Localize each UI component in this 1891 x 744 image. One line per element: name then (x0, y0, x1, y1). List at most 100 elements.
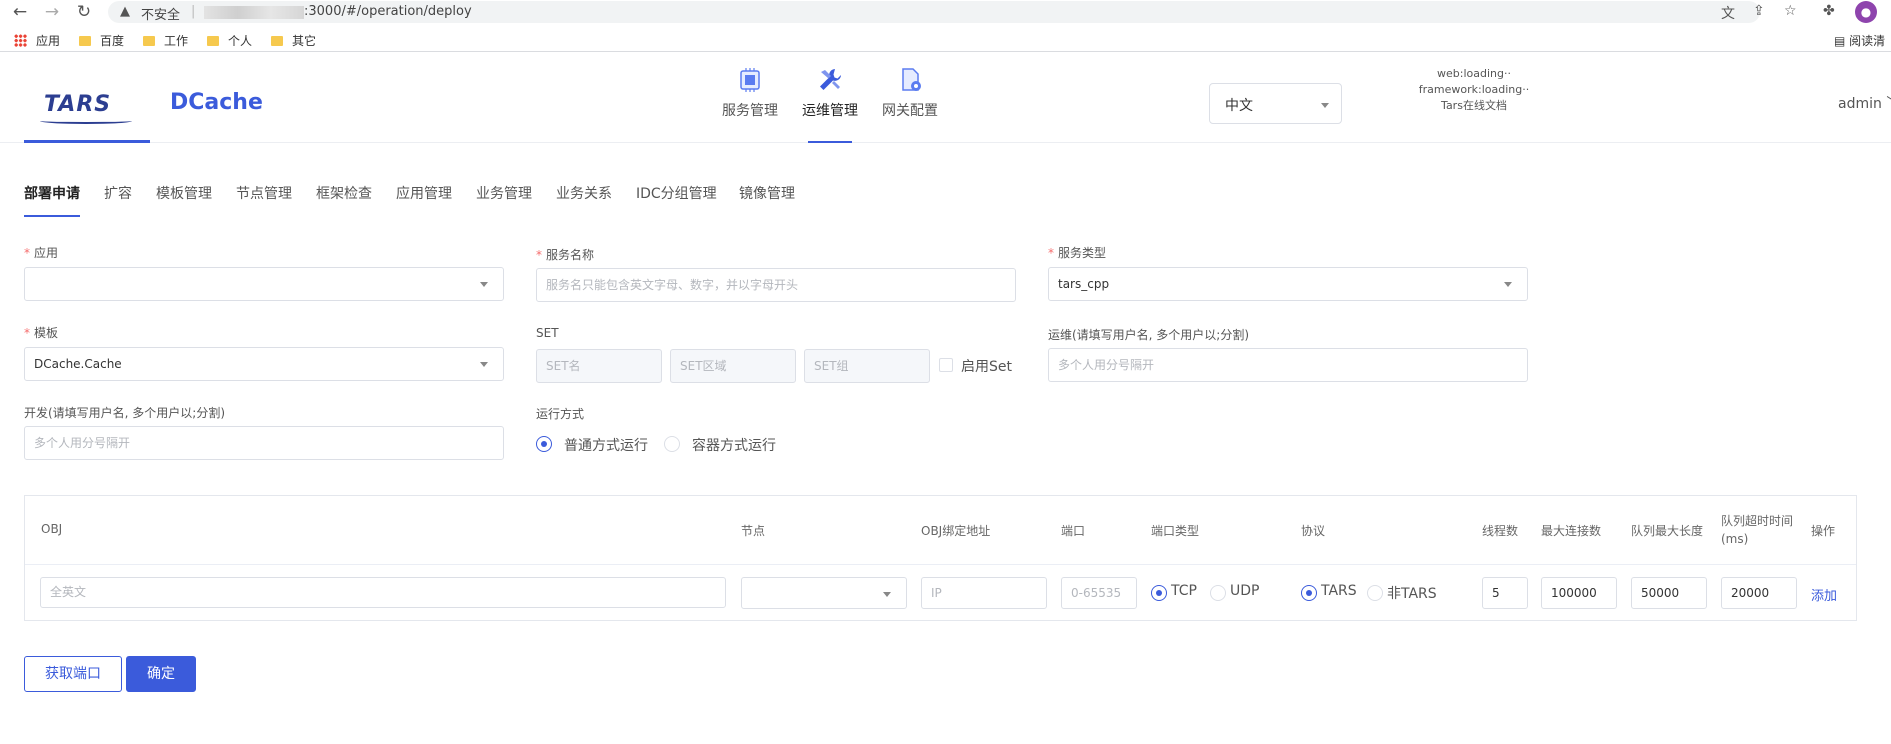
get-port-button[interactable]: 获取端口 (24, 656, 122, 692)
dev-label: 开发(请填写用户名, 多个用户以;分割) (24, 406, 226, 420)
run-mode-normal-radio[interactable] (536, 436, 552, 452)
tars-logo[interactable]: TARS (44, 92, 111, 117)
port-type-tcp-radio[interactable] (1151, 585, 1167, 601)
set-name-input[interactable]: SET名 (536, 349, 662, 383)
user-name: admin (1838, 96, 1882, 112)
set-area-input[interactable]: SET区域 (670, 349, 796, 383)
th-port-type: 端口类型 (1151, 524, 1200, 538)
browser-toolbar: ← → ↻ ▲ 不安全 | :3000/#/operation/deploy 文… (0, 0, 1891, 24)
chevron-down-icon (1321, 103, 1329, 108)
template-select[interactable]: DCache.Cache (24, 347, 504, 381)
chevron-down-icon (480, 362, 488, 367)
th-queue-length: 队列最大长度 (1631, 524, 1704, 538)
dev-users-input[interactable]: 多个人用分号隔开 (24, 426, 504, 460)
bookmark-other[interactable]: 其它 (271, 32, 316, 49)
tab-business-management[interactable]: 业务管理 (476, 183, 532, 217)
tab-business-relation[interactable]: 业务关系 (556, 183, 612, 217)
service-name-input[interactable]: 服务名只能包含英文字母、数字，并以字母开头 (536, 268, 1016, 302)
max-connections-input[interactable]: 100000 (1541, 577, 1617, 609)
user-menu[interactable]: admin ﹀ (1838, 93, 1891, 113)
nav-label: 运维管理 (802, 103, 858, 119)
run-mode-label: 运行方式 (536, 407, 585, 421)
tab-deploy-apply[interactable]: 部署申请 (24, 183, 80, 217)
language-select[interactable]: 中文 (1209, 83, 1342, 124)
run-mode-container-label: 容器方式运行 (692, 438, 776, 454)
address-bar[interactable]: ▲ 不安全 | :3000/#/operation/deploy (108, 1, 1760, 23)
app-header: TARS DCache 服务管理 运维管理 网关配置 中文 web:loadin… (0, 52, 1891, 143)
protocol-non-tars-label: 非TARS (1387, 586, 1437, 602)
tab-expand[interactable]: 扩容 (104, 183, 132, 217)
protocol-non-tars-radio[interactable] (1367, 585, 1383, 601)
run-mode-container-radio[interactable] (664, 436, 680, 452)
logo-active-underline (24, 140, 150, 143)
nav-service-management[interactable]: 服务管理 (705, 62, 795, 143)
nav-gateway-config[interactable]: 网关配置 (865, 62, 955, 143)
online-docs-link[interactable]: Tars在线文档 (1400, 98, 1548, 114)
bookmark-personal[interactable]: 个人 (207, 32, 252, 49)
share-icon[interactable]: ⇪ (1753, 3, 1765, 19)
service-type-select[interactable]: tars_cpp (1048, 267, 1528, 301)
service-name-label: * 服务名称 (536, 248, 595, 262)
template-label: * 模板 (24, 326, 59, 340)
framework-version: framework:loading·· (1418, 83, 1530, 96)
run-mode-normal-label: 普通方式运行 (564, 438, 648, 454)
th-protocol: 协议 (1301, 524, 1326, 538)
enable-set-checkbox[interactable] (939, 358, 953, 372)
forward-arrow-icon[interactable]: → (42, 2, 62, 22)
protocol-tars-radio[interactable] (1301, 585, 1317, 601)
extensions-icon[interactable]: ✤ (1823, 3, 1835, 19)
tab-template-management[interactable]: 模板管理 (156, 183, 212, 217)
tab-idc-group-management[interactable]: IDC分组管理 (636, 183, 717, 217)
warning-triangle-icon: ▲ (120, 4, 130, 19)
obj-name-input[interactable]: 全英文 (40, 577, 726, 608)
bookmark-baidu[interactable]: 百度 (79, 32, 124, 49)
back-arrow-icon[interactable]: ← (10, 2, 30, 22)
profile-avatar-icon[interactable]: ● (1855, 1, 1877, 23)
chevron-down-icon (883, 592, 891, 597)
bookmark-apps[interactable]: 应用 (14, 32, 60, 49)
tab-image-management[interactable]: 镜像管理 (739, 183, 795, 217)
th-bind-address: OBJ绑定地址 (921, 524, 991, 538)
threads-input[interactable]: 5 (1482, 577, 1528, 609)
add-row-link[interactable]: 添加 (1811, 585, 1837, 604)
set-group-input[interactable]: SET组 (804, 349, 930, 383)
enable-set-label: 启用Set (961, 359, 1012, 375)
reading-list-icon: ▤ (1834, 34, 1846, 48)
confirm-button[interactable]: 确定 (126, 656, 196, 692)
bind-ip-input[interactable]: IP (921, 577, 1047, 609)
apps-grid-icon (14, 34, 27, 47)
folder-icon (271, 36, 283, 46)
address-url: :3000/#/operation/deploy (304, 4, 472, 19)
node-select[interactable] (741, 577, 907, 609)
tab-framework-check[interactable]: 框架检查 (316, 183, 372, 217)
tab-node-management[interactable]: 节点管理 (236, 183, 292, 217)
nav-label: 网关配置 (882, 103, 938, 119)
web-version: web:loading·· (1437, 67, 1511, 80)
th-max-connections: 最大连接数 (1541, 524, 1602, 538)
queue-timeout-input[interactable]: 20000 (1721, 577, 1797, 609)
bookmarks-bar: 应用 百度 工作 个人 其它 ▤ 阅读清 (0, 28, 1891, 50)
ops-users-input[interactable]: 多个人用分号隔开 (1048, 348, 1528, 382)
bookmark-work[interactable]: 工作 (143, 32, 188, 49)
dcache-logo[interactable]: DCache (170, 90, 263, 115)
th-action: 操作 (1811, 524, 1836, 538)
queue-length-input[interactable]: 50000 (1631, 577, 1707, 609)
star-icon[interactable]: ☆ (1784, 3, 1797, 19)
port-type-udp-radio[interactable] (1210, 585, 1226, 601)
port-type-tcp-label: TCP (1171, 583, 1197, 599)
address-separator: | (191, 4, 196, 19)
translate-icon[interactable]: 文 (1721, 3, 1735, 23)
reload-icon[interactable]: ↻ (74, 2, 94, 22)
table-row-divider (25, 564, 1856, 565)
th-obj: OBJ (41, 522, 63, 536)
tab-app-management[interactable]: 应用管理 (396, 183, 452, 217)
chevron-down-icon (480, 282, 488, 287)
nav-ops-management[interactable]: 运维管理 (785, 62, 875, 143)
folder-icon (207, 36, 219, 46)
version-info: web:loading·· framework:loading·· Tars在线… (1400, 66, 1548, 114)
reading-mode[interactable]: ▤ 阅读清 (1834, 32, 1885, 49)
insecure-label: 不安全 (141, 8, 181, 23)
port-input[interactable]: 0-65535 (1061, 577, 1137, 609)
language-value: 中文 (1225, 98, 1253, 114)
application-select[interactable] (24, 267, 504, 301)
